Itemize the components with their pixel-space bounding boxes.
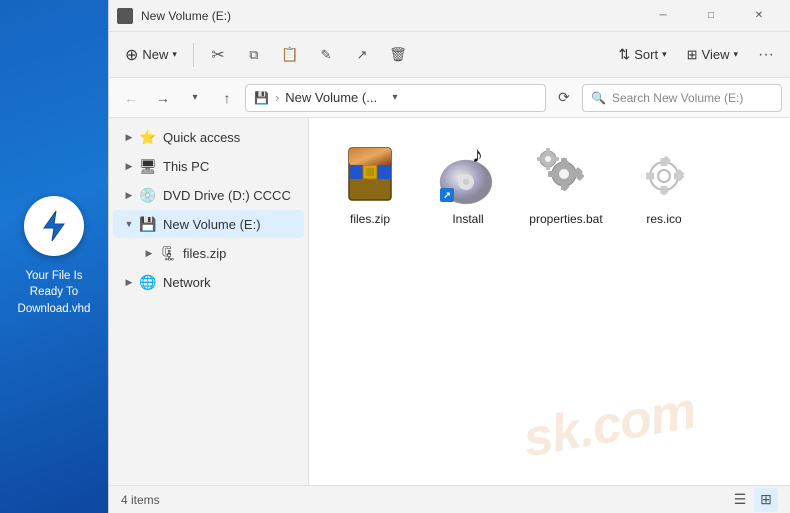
cd-file-icon: ♪ ↗ bbox=[436, 142, 500, 206]
sidebar-item-label: Quick access bbox=[163, 130, 240, 145]
watermark: sk.com bbox=[427, 364, 790, 485]
copy-button[interactable]: ⧉ bbox=[238, 39, 270, 71]
address-chevron-icon[interactable]: ▾ bbox=[383, 86, 407, 110]
forward-button[interactable]: → bbox=[149, 84, 177, 112]
list-view-button[interactable]: ☰ bbox=[728, 488, 752, 512]
recent-button[interactable]: ▾ bbox=[181, 84, 209, 112]
title-bar-icon bbox=[117, 8, 133, 24]
dvd-icon: 💿 bbox=[139, 186, 157, 204]
sidebar-item-label: Network bbox=[163, 275, 211, 290]
up-button[interactable]: ↑ bbox=[213, 84, 241, 112]
more-button[interactable]: ··· bbox=[750, 39, 782, 71]
zip-icon: 🗜 bbox=[159, 244, 177, 262]
sidebar-item-new-volume[interactable]: ▼ 💾 New Volume (E:) bbox=[113, 210, 304, 238]
this-pc-icon: 🖥 bbox=[139, 157, 157, 175]
window-controls: ─ □ ✕ bbox=[640, 0, 782, 32]
chevron-icon: ▶ bbox=[121, 187, 137, 203]
share-button[interactable]: ↗ bbox=[346, 39, 378, 71]
address-box[interactable]: 💾 › New Volume (... ▾ bbox=[245, 84, 546, 112]
file-name: Install bbox=[452, 212, 483, 228]
chevron-icon: ▶ bbox=[121, 129, 137, 145]
file-name: files.zip bbox=[350, 212, 390, 228]
maximize-button[interactable]: □ bbox=[688, 0, 734, 32]
sort-button[interactable]: ⇅ Sort ▾ bbox=[611, 42, 675, 67]
file-area: files.zip bbox=[309, 118, 790, 485]
winrar-file-icon bbox=[338, 142, 402, 206]
toolbar-divider-1 bbox=[193, 43, 194, 67]
sort-icon: ⇅ bbox=[619, 46, 631, 63]
list-item[interactable]: res.ico bbox=[619, 134, 709, 236]
list-item[interactable]: ♪ ↗ Install bbox=[423, 134, 513, 236]
title-bar-title: New Volume (E:) bbox=[141, 9, 640, 23]
paste-button[interactable]: 📋 bbox=[274, 39, 306, 71]
search-placeholder: Search New Volume (E:) bbox=[612, 91, 743, 105]
content-area: ▶ ⭐ Quick access ▶ 🖥 This PC ▶ 💿 DVD Dri… bbox=[109, 118, 790, 485]
sidebar-item-files-zip[interactable]: ▶ 🗜 files.zip bbox=[113, 239, 304, 267]
view-icon: ⊞ bbox=[687, 47, 698, 63]
bolt-icon bbox=[24, 196, 84, 256]
chevron-icon: ▶ bbox=[121, 158, 137, 174]
view-button[interactable]: ⊞ View ▾ bbox=[679, 43, 746, 67]
ico-file-icon bbox=[632, 142, 696, 206]
sidebar-item-label: files.zip bbox=[183, 246, 226, 261]
volume-icon: 💾 bbox=[139, 215, 157, 233]
address-bar: ← → ▾ ↑ 💾 › New Volume (... ▾ ⟳ 🔍 Search… bbox=[109, 78, 790, 118]
explorer-window: New Volume (E:) ─ □ ✕ ⊕ New ▾ ✂ ⧉ 📋 ✎ ↗ … bbox=[108, 0, 790, 513]
sidebar-item-quick-access[interactable]: ▶ ⭐ Quick access bbox=[113, 123, 304, 151]
new-label: New bbox=[142, 47, 168, 62]
svg-text:♪: ♪ bbox=[472, 142, 483, 167]
chevron-icon: ▶ bbox=[141, 245, 157, 261]
view-controls: ☰ ⊞ bbox=[728, 488, 778, 512]
download-text: Your File Is Ready To Download.vhd bbox=[0, 268, 108, 316]
more-icon: ··· bbox=[758, 46, 774, 64]
quick-access-icon: ⭐ bbox=[139, 128, 157, 146]
chevron-icon: ▶ bbox=[121, 274, 137, 290]
sidebar-item-label: New Volume (E:) bbox=[163, 217, 261, 232]
network-icon: 🌐 bbox=[139, 273, 157, 291]
new-button[interactable]: ⊕ New ▾ bbox=[117, 41, 185, 69]
search-box[interactable]: 🔍 Search New Volume (E:) bbox=[582, 84, 782, 112]
sort-chevron-icon: ▾ bbox=[662, 49, 667, 60]
close-button[interactable]: ✕ bbox=[736, 0, 782, 32]
sidebar-item-label: DVD Drive (D:) CCCC bbox=[163, 188, 291, 203]
toolbar: ⊕ New ▾ ✂ ⧉ 📋 ✎ ↗ 🗑 ⇅ Sort ▾ ⊞ View ▾ ··… bbox=[109, 32, 790, 78]
title-bar: New Volume (E:) ─ □ ✕ bbox=[109, 0, 790, 32]
new-chevron-icon: ▾ bbox=[172, 49, 177, 60]
sidebar-item-dvd[interactable]: ▶ 💿 DVD Drive (D:) CCCC bbox=[113, 181, 304, 209]
view-label: View bbox=[702, 47, 730, 62]
refresh-button[interactable]: ⟳ bbox=[550, 84, 578, 112]
sidebar: ▶ ⭐ Quick access ▶ 🖥 This PC ▶ 💿 DVD Dri… bbox=[109, 118, 309, 485]
file-name: properties.bat bbox=[529, 212, 602, 228]
search-icon: 🔍 bbox=[591, 91, 606, 105]
minimize-button[interactable]: ─ bbox=[640, 0, 686, 32]
status-count: 4 items bbox=[121, 493, 160, 507]
chevron-icon: ▼ bbox=[121, 216, 137, 232]
new-plus-icon: ⊕ bbox=[125, 45, 138, 65]
back-button[interactable]: ← bbox=[117, 84, 145, 112]
grid-view-button[interactable]: ⊞ bbox=[754, 488, 778, 512]
list-item[interactable]: properties.bat bbox=[521, 134, 611, 236]
delete-button[interactable]: 🗑 bbox=[382, 39, 414, 71]
sidebar-item-this-pc[interactable]: ▶ 🖥 This PC bbox=[113, 152, 304, 180]
file-name: res.ico bbox=[646, 212, 681, 228]
status-bar: 4 items ☰ ⊞ bbox=[109, 485, 790, 513]
sort-label: Sort bbox=[634, 47, 658, 62]
rename-button[interactable]: ✎ bbox=[310, 39, 342, 71]
address-path: New Volume (... bbox=[285, 90, 377, 105]
breadcrumb-separator: › bbox=[275, 90, 279, 105]
bat-file-icon bbox=[534, 142, 598, 206]
sidebar-item-label: This PC bbox=[163, 159, 209, 174]
left-panel: Your File Is Ready To Download.vhd bbox=[0, 0, 108, 513]
sidebar-item-network[interactable]: ▶ 🌐 Network bbox=[113, 268, 304, 296]
cut-button[interactable]: ✂ bbox=[202, 39, 234, 71]
view-chevron-icon: ▾ bbox=[733, 49, 738, 60]
list-item[interactable]: files.zip bbox=[325, 134, 415, 236]
drive-icon: 💾 bbox=[254, 91, 269, 105]
